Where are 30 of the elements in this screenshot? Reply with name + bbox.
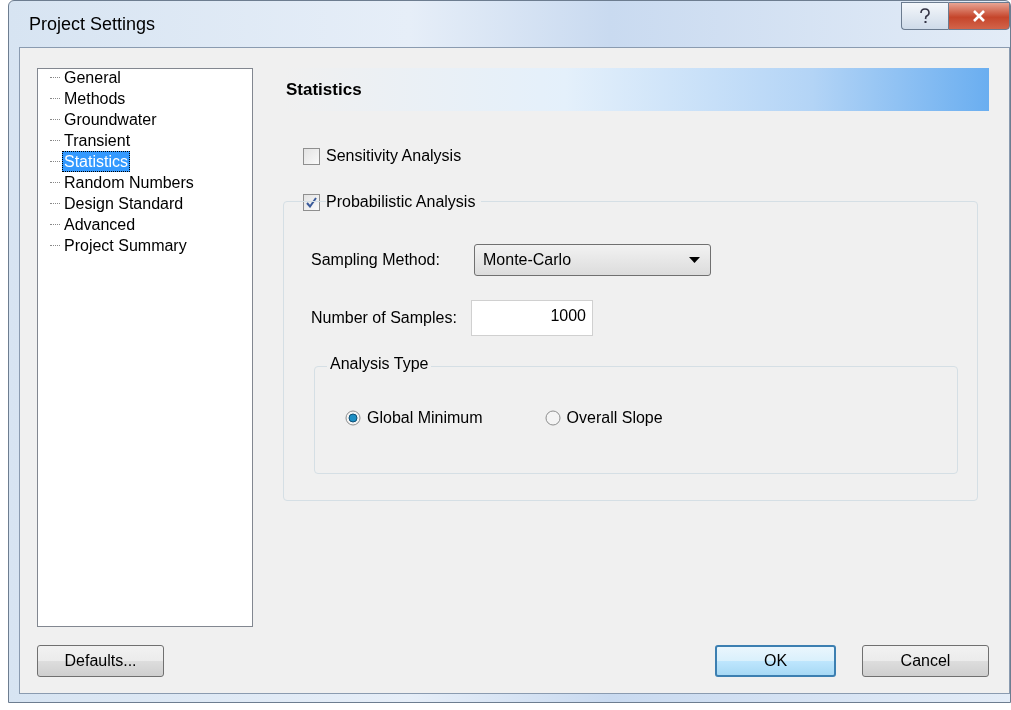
- caret-icon: [689, 257, 700, 263]
- checkbox[interactable]: [303, 147, 320, 165]
- tree-item[interactable]: General: [62, 67, 123, 88]
- tree-item[interactable]: Groundwater: [62, 109, 159, 130]
- help-button[interactable]: [901, 2, 948, 30]
- tree-item[interactable]: Project Summary: [62, 235, 189, 256]
- tree-item[interactable]: Transient: [62, 130, 133, 151]
- sampling-method-dropdown[interactable]: Monte-Carlo: [474, 244, 711, 276]
- close-icon: [972, 10, 986, 22]
- tree-item[interactable]: Advanced: [62, 214, 138, 235]
- field-label: Number of Samples:: [311, 309, 458, 327]
- samples-input[interactable]: 1000: [471, 300, 593, 336]
- defaults-button[interactable]: Defaults...: [37, 645, 164, 677]
- checkbox-label[interactable]: Sensitivity Analysis: [326, 147, 462, 165]
- help-icon: [919, 8, 931, 24]
- close-button[interactable]: [948, 2, 1010, 30]
- group-title: Analysis Type: [327, 355, 432, 373]
- ok-button[interactable]: OK: [715, 645, 836, 677]
- checkbox-label[interactable]: Probabilistic Analysis: [326, 193, 482, 211]
- radio-button[interactable]: [544, 410, 561, 426]
- cancel-button[interactable]: Cancel: [862, 645, 989, 677]
- tree-item[interactable]: Methods: [62, 88, 128, 109]
- tree-item[interactable]: Design Standard: [62, 193, 186, 214]
- section-header: Statistics: [283, 68, 989, 111]
- radio-button[interactable]: [345, 410, 361, 426]
- radio-label[interactable]: Global Minimum: [367, 409, 483, 427]
- radio-label[interactable]: Overall Slope: [566, 409, 663, 427]
- tree-item[interactable]: Random Numbers: [62, 172, 196, 193]
- field-label: Sampling Method:: [311, 251, 441, 269]
- window-title: Project Settings: [28, 13, 156, 35]
